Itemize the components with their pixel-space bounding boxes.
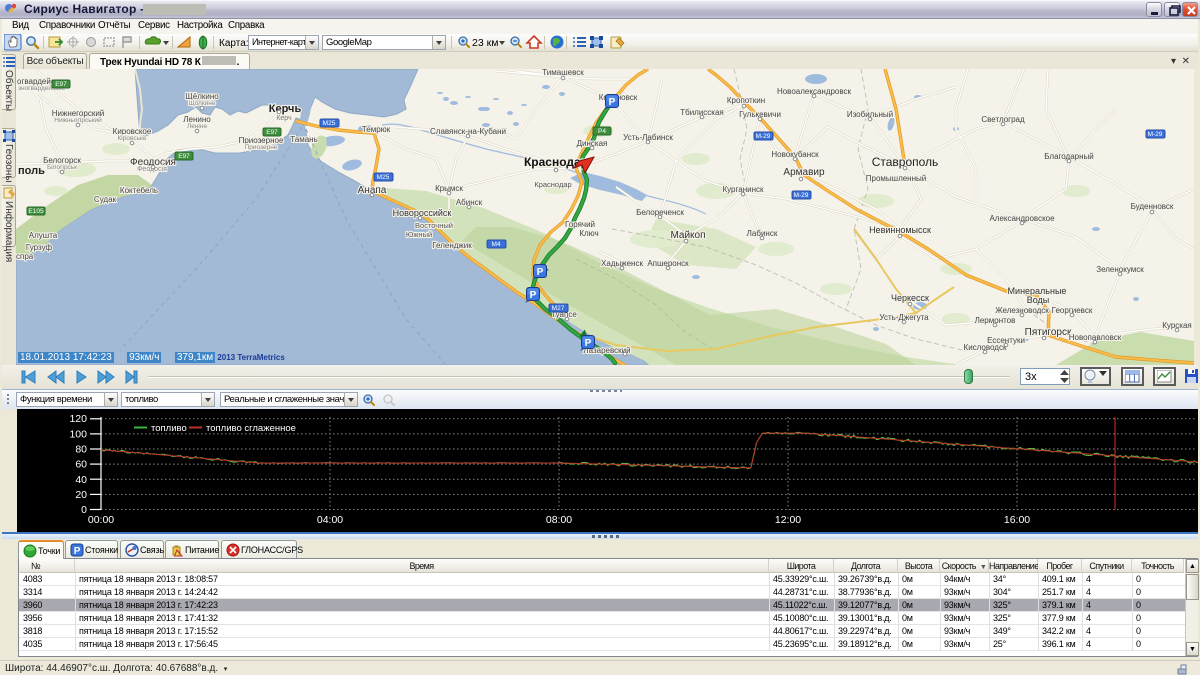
svg-text:60: 60 bbox=[75, 459, 87, 471]
svg-text:М25: М25 bbox=[323, 120, 336, 127]
svg-text:М-29: М-29 bbox=[756, 133, 771, 140]
svg-text:Армавир: Армавир bbox=[783, 167, 825, 178]
svg-text:16:00: 16:00 bbox=[1004, 514, 1030, 526]
svg-text:Геленджик: Геленджик bbox=[432, 241, 472, 250]
svg-text:М-29: М-29 bbox=[1148, 131, 1163, 138]
svg-text:120: 120 bbox=[69, 413, 87, 425]
svg-text:М25: М25 bbox=[377, 174, 390, 181]
svg-text:Коктебель: Коктебель bbox=[120, 186, 158, 195]
svg-text:Алушта: Алушта bbox=[29, 231, 58, 240]
svg-text:12:00: 12:00 bbox=[775, 514, 801, 526]
svg-text:Тамань: Тамань bbox=[290, 135, 318, 144]
svg-text:04:00: 04:00 bbox=[317, 514, 343, 526]
svg-text:Черкесск: Черкесск bbox=[891, 293, 929, 303]
svg-text:спра: спра bbox=[16, 252, 34, 261]
svg-text:Промышленный: Промышленный bbox=[866, 174, 927, 183]
svg-text:Гурзуф: Гурзуф bbox=[26, 243, 53, 252]
svg-text:Темрюк: Темрюк bbox=[362, 125, 391, 134]
svg-text:Новороссийск: Новороссийск bbox=[393, 208, 452, 218]
svg-text:Воды: Воды bbox=[1027, 295, 1050, 305]
svg-text:P: P bbox=[74, 546, 81, 557]
svg-text:М27: М27 bbox=[552, 305, 565, 312]
svg-text:топливо сглаженное: топливо сглаженное bbox=[206, 423, 296, 434]
svg-text:0: 0 bbox=[81, 504, 87, 516]
svg-text:Р4: Р4 bbox=[598, 128, 606, 135]
svg-text:Керчь: Керчь bbox=[269, 103, 302, 115]
svg-text:М-29: М-29 bbox=[794, 192, 809, 199]
svg-text:Пятигорск: Пятигорск bbox=[1025, 327, 1072, 338]
svg-text:поль: поль bbox=[18, 165, 45, 177]
svg-text:Восточный: Восточный bbox=[415, 221, 453, 230]
svg-text:Керч: Керч bbox=[276, 115, 292, 122]
svg-text:P: P bbox=[609, 97, 616, 108]
svg-text:E97: E97 bbox=[178, 153, 190, 160]
svg-text:E97: E97 bbox=[55, 81, 67, 88]
svg-text:P: P bbox=[530, 290, 537, 301]
svg-text:Южный: Южный bbox=[406, 230, 432, 239]
svg-text:P: P bbox=[537, 267, 544, 278]
svg-text:100: 100 bbox=[69, 428, 87, 440]
svg-text:Кропоткин: Кропоткин bbox=[727, 96, 765, 105]
svg-text:топливо: топливо bbox=[151, 423, 187, 434]
svg-text:Буденновск: Буденновск bbox=[1131, 202, 1174, 211]
svg-text:Невинномысск: Невинномысск bbox=[869, 225, 931, 235]
svg-text:08:00: 08:00 bbox=[546, 514, 572, 526]
svg-text:Горячий: Горячий bbox=[565, 220, 595, 229]
svg-text:20: 20 bbox=[75, 489, 87, 501]
svg-text:P: P bbox=[585, 338, 592, 349]
svg-text:00:00: 00:00 bbox=[88, 514, 114, 526]
svg-text:Майкоп: Майкоп bbox=[670, 230, 705, 241]
svg-text:80: 80 bbox=[75, 444, 87, 456]
svg-text:Краснодар: Краснодар bbox=[534, 180, 571, 189]
svg-text:Судак: Судак bbox=[94, 195, 117, 204]
svg-text:E105: E105 bbox=[28, 208, 44, 215]
svg-text:М4: М4 bbox=[491, 241, 500, 248]
svg-text:E97: E97 bbox=[266, 129, 278, 136]
svg-text:Приозерне: Приозерне bbox=[245, 144, 278, 151]
svg-text:40: 40 bbox=[75, 474, 87, 486]
svg-text:Ключ: Ключ bbox=[579, 229, 598, 238]
